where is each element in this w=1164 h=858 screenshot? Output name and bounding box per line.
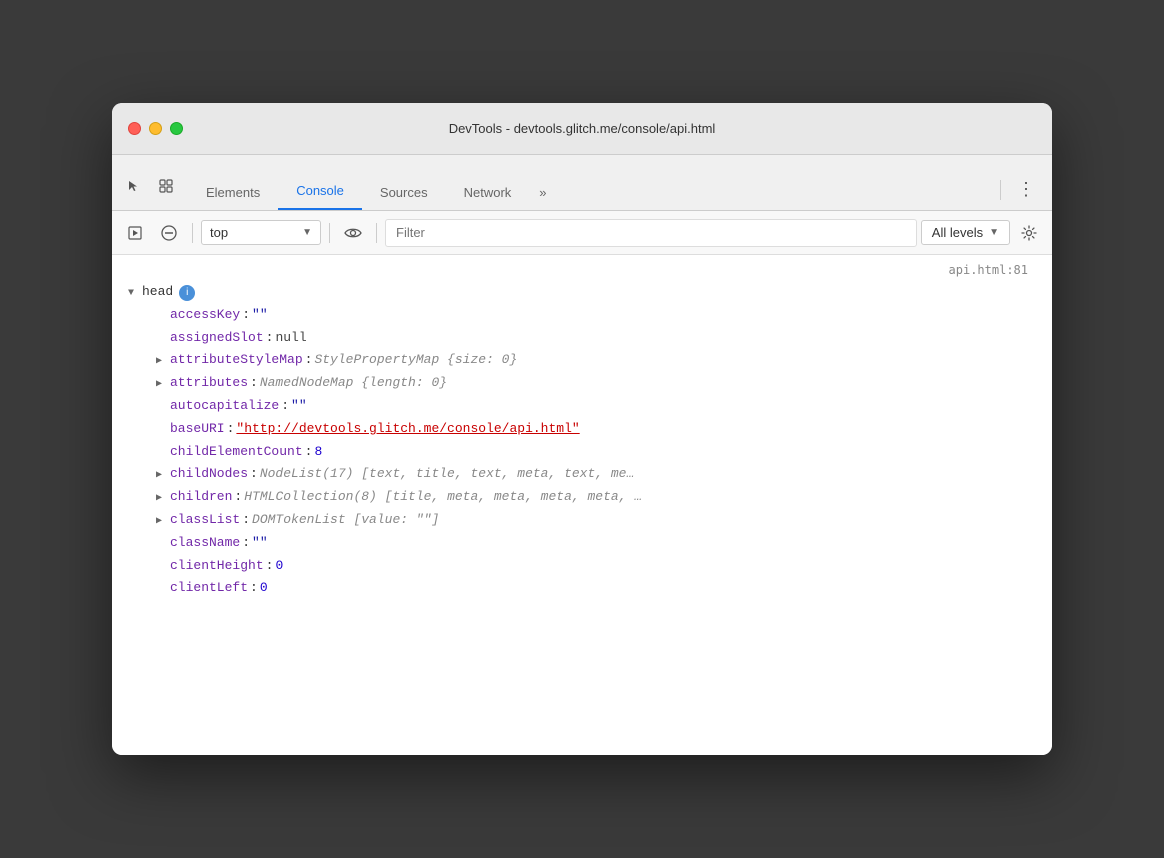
toolbar-divider-3 xyxy=(376,223,377,243)
levels-arrow-icon: ▼ xyxy=(989,227,999,238)
prop-key-childelementcount: childElementCount xyxy=(170,442,303,463)
expand-attributes[interactable] xyxy=(156,377,168,393)
tree-row-childelementcount: childElementCount : 8 xyxy=(128,441,1036,464)
prop-key-clientleft: clientLeft xyxy=(170,578,248,599)
prop-val-children: HTMLCollection(8) [title, meta, meta, me… xyxy=(244,487,642,508)
tree-row-clientleft: clientLeft : 0 xyxy=(128,577,1036,600)
filter-input[interactable] xyxy=(385,219,917,247)
tabs-menu-group: ⋮ xyxy=(1000,179,1044,210)
head-label: head xyxy=(142,282,173,303)
tree-row-attributestylemap: attributeStyleMap : StylePropertyMap {si… xyxy=(128,349,1036,372)
prop-val-classlist: DOMTokenList [value: ""] xyxy=(252,510,439,531)
prop-key-clientheight: clientHeight xyxy=(170,556,264,577)
tree-row-baseuri: baseURI : "http://devtools.glitch.me/con… xyxy=(128,418,1036,441)
prop-val-childnodes: NodeList(17) [text, title, text, meta, t… xyxy=(260,464,634,485)
prop-val-clientleft: 0 xyxy=(260,578,268,599)
clear-button[interactable] xyxy=(154,218,184,248)
prop-val-autocapitalize: "" xyxy=(291,396,307,417)
tree-row-attributes: attributes : NamedNodeMap {length: 0} xyxy=(128,372,1036,395)
expand-children[interactable] xyxy=(156,491,168,507)
prop-key-classname: className xyxy=(170,533,240,554)
prop-key-autocapitalize: autocapitalize xyxy=(170,396,279,417)
tabs-bar: Elements Console Sources Network » ⋮ xyxy=(112,155,1052,211)
eye-button[interactable] xyxy=(338,218,368,248)
prop-val-clientheight: 0 xyxy=(275,556,283,577)
prop-key-childnodes: childNodes xyxy=(170,464,248,485)
prop-val-attributes: NamedNodeMap {length: 0} xyxy=(260,373,447,394)
head-info-badge[interactable]: i xyxy=(179,285,195,301)
tree-row-classlist: classList : DOMTokenList [value: ""] xyxy=(128,509,1036,532)
maximize-button[interactable] xyxy=(170,122,183,135)
log-levels-selector[interactable]: All levels ▼ xyxy=(921,220,1010,245)
minimize-button[interactable] xyxy=(149,122,162,135)
console-output: api.html:81 head i accessKey : "" assign… xyxy=(112,255,1052,755)
prop-val-accesskey: "" xyxy=(252,305,268,326)
object-tree: head i accessKey : "" assignedSlot : nul… xyxy=(128,281,1036,600)
execute-button[interactable] xyxy=(120,218,150,248)
tree-row-childnodes: childNodes : NodeList(17) [text, title, … xyxy=(128,463,1036,486)
devtools-window: DevTools - devtools.glitch.me/console/ap… xyxy=(112,103,1052,755)
cursor-icon-btn[interactable] xyxy=(120,172,148,200)
close-button[interactable] xyxy=(128,122,141,135)
context-arrow-icon: ▼ xyxy=(302,227,312,238)
tree-row-clientheight: clientHeight : 0 xyxy=(128,555,1036,578)
tab-more[interactable]: » xyxy=(529,177,556,210)
prop-val-classname: "" xyxy=(252,533,268,554)
tab-elements[interactable]: Elements xyxy=(188,177,278,210)
prop-key-baseuri: baseURI xyxy=(170,419,225,440)
file-link-anchor[interactable]: api.html:81 xyxy=(949,263,1028,277)
toolbar-divider-2 xyxy=(329,223,330,243)
tab-network[interactable]: Network xyxy=(446,177,530,210)
tab-sources[interactable]: Sources xyxy=(362,177,446,210)
prop-val-assignedslot: null xyxy=(275,328,306,349)
title-bar: DevTools - devtools.glitch.me/console/ap… xyxy=(112,103,1052,155)
console-toolbar: top ▼ All levels ▼ xyxy=(112,211,1052,255)
expand-classlist[interactable] xyxy=(156,514,168,530)
window-title: DevTools - devtools.glitch.me/console/ap… xyxy=(449,121,716,136)
prop-key-accesskey: accessKey xyxy=(170,305,240,326)
tree-row-accesskey: accessKey : "" xyxy=(128,304,1036,327)
settings-button[interactable] xyxy=(1014,218,1044,248)
prop-val-baseuri: "http://devtools.glitch.me/console/api.h… xyxy=(236,419,579,440)
tree-row-autocapitalize: autocapitalize : "" xyxy=(128,395,1036,418)
prop-key-attributes: attributes xyxy=(170,373,248,394)
prop-key-children: children xyxy=(170,487,232,508)
tree-row-children: children : HTMLCollection(8) [title, met… xyxy=(128,486,1036,509)
prop-key-attributestylemap: attributeStyleMap xyxy=(170,350,303,371)
file-reference: api.html:81 xyxy=(128,263,1036,277)
levels-label: All levels xyxy=(932,225,983,240)
tab-console[interactable]: Console xyxy=(278,175,362,210)
tree-row-classname: className : "" xyxy=(128,532,1036,555)
tab-icon-group xyxy=(120,172,180,210)
toolbar-divider-1 xyxy=(192,223,193,243)
prop-key-assignedslot: assignedSlot xyxy=(170,328,264,349)
tree-row-assignedslot: assignedSlot : null xyxy=(128,327,1036,350)
tabs-list: Elements Console Sources Network » xyxy=(188,155,1000,210)
prop-key-classlist: classList xyxy=(170,510,240,531)
tree-row-head: head i xyxy=(128,281,1036,304)
context-value: top xyxy=(210,225,228,240)
prop-val-attributestylemap: StylePropertyMap {size: 0} xyxy=(314,350,517,371)
context-selector[interactable]: top ▼ xyxy=(201,220,321,245)
traffic-lights xyxy=(128,122,183,135)
head-expand-arrow[interactable] xyxy=(128,286,140,302)
expand-attributestylemap[interactable] xyxy=(156,354,168,370)
more-options-button[interactable]: ⋮ xyxy=(1017,179,1036,200)
expand-childnodes[interactable] xyxy=(156,468,168,484)
layers-icon-btn[interactable] xyxy=(152,172,180,200)
prop-val-childelementcount: 8 xyxy=(314,442,322,463)
